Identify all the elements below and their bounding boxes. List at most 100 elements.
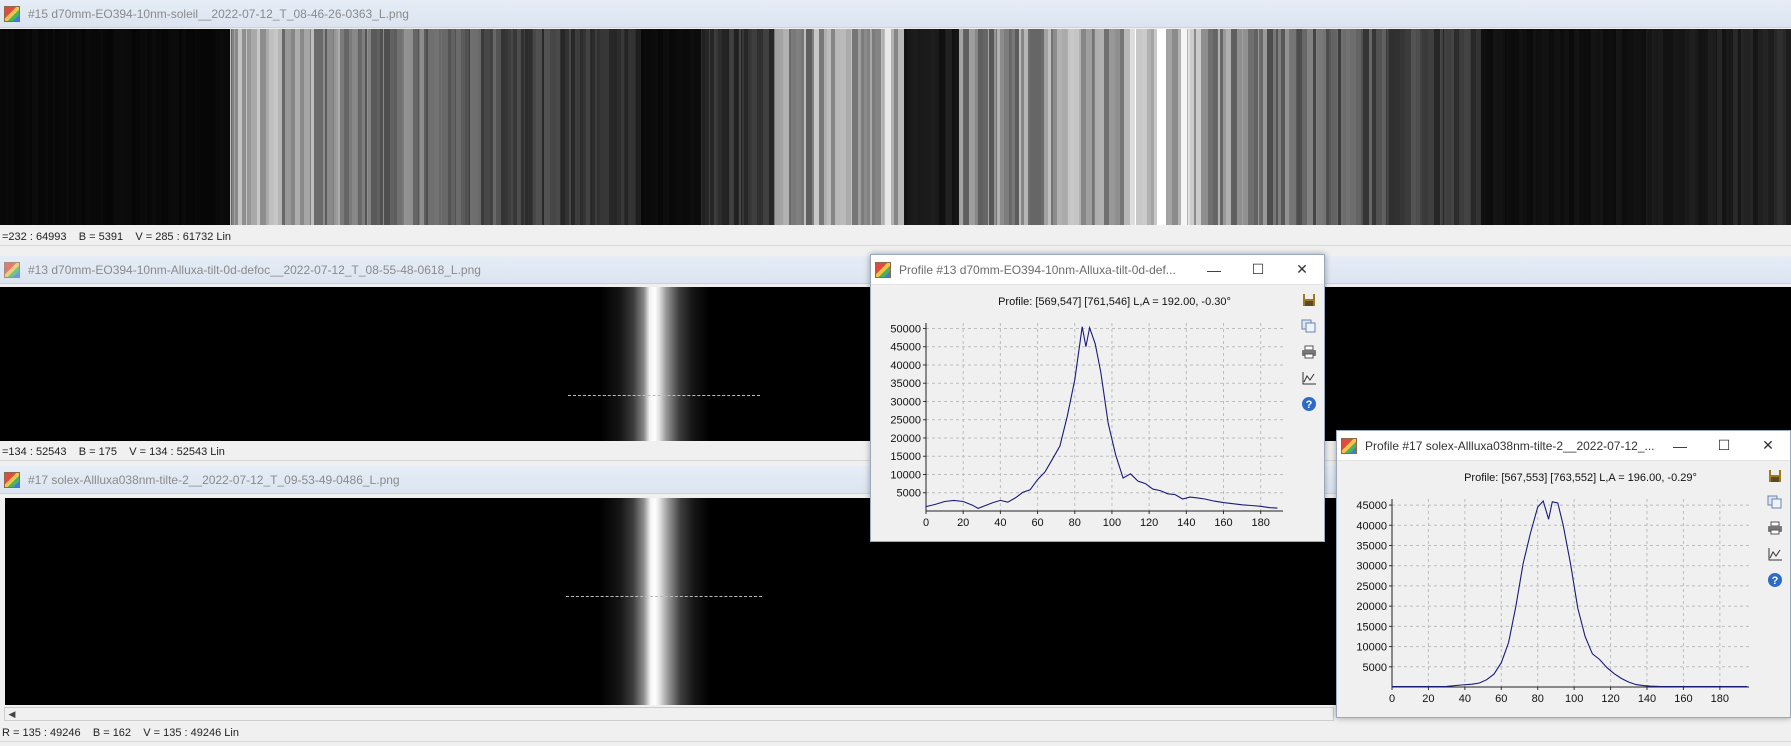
spectrum-band (769, 29, 775, 225)
close-button[interactable]: ✕ (1280, 255, 1324, 285)
maximize-button[interactable]: ☐ (1236, 255, 1280, 285)
profile-titlebar[interactable]: Profile #13 d70mm-EO394-10nm-Alluxa-tilt… (871, 255, 1324, 285)
spectrum-band (69, 29, 73, 225)
spectrum-band (1278, 29, 1282, 225)
minimize-button[interactable]: — (1192, 255, 1236, 285)
save-icon[interactable] (1766, 467, 1784, 485)
spectrum-band (571, 29, 576, 225)
spectrum-band (451, 29, 456, 225)
spectrum-band (213, 29, 217, 225)
spectrum-band (304, 29, 311, 225)
profile-header: Profile: [567,553] [763,552] L,A = 196.0… (1464, 472, 1697, 484)
minimize-button[interactable]: — (1658, 431, 1702, 461)
maximize-button[interactable]: ☐ (1702, 431, 1746, 461)
spectrum-band (1104, 29, 1110, 225)
x-tick-label: 120 (1601, 693, 1619, 705)
spectrum-band (318, 29, 324, 225)
spectrum-band (1690, 29, 1696, 225)
scroll-left-arrow[interactable]: ◀ (5, 708, 19, 720)
spectrum-band (242, 29, 247, 225)
spectrum-band (689, 29, 693, 225)
spectrum-band (852, 29, 859, 225)
spectrum-band (39, 29, 46, 225)
profile-line[interactable] (566, 596, 762, 597)
spectrum-band (1369, 29, 1373, 225)
spectrum-band (1154, 29, 1158, 225)
copy-icon[interactable] (1766, 493, 1784, 511)
spectrum-band (1356, 29, 1362, 225)
spectrum-band (1223, 29, 1227, 225)
spectrum-band (710, 29, 715, 225)
spectrum-band (946, 29, 953, 225)
spectrum-band (1285, 29, 1290, 225)
spectrum-band (493, 29, 497, 225)
horizontal-scrollbar[interactable]: ◀ (4, 707, 1334, 721)
spectrum-band (528, 29, 533, 225)
spectrum-band (655, 29, 659, 225)
spectrum-band (931, 29, 935, 225)
spectrum-band (1074, 29, 1080, 225)
profile-chart[interactable]: Profile: [569,547] [761,546] L,A = 192.0… (871, 285, 1291, 543)
print-icon[interactable] (1766, 519, 1784, 537)
spectrum-band (628, 29, 634, 225)
spectrum-band (975, 29, 979, 225)
spectrum-band (1658, 29, 1664, 225)
spectrum-band (1758, 29, 1764, 225)
chart-options-icon[interactable] (1300, 369, 1318, 387)
spectrum-band (4, 29, 8, 225)
image-window-titlebar[interactable]: #15 d70mm-EO394-10nm-soleil__2022-07-12_… (0, 0, 1791, 28)
spectrum-band (561, 29, 566, 225)
spectrum-band (269, 29, 275, 225)
spectrum-band (1053, 29, 1058, 225)
help-icon[interactable]: ? (1300, 395, 1318, 413)
print-icon[interactable] (1300, 343, 1318, 361)
spectrum-band (1213, 29, 1218, 225)
spectrum-band (72, 29, 77, 225)
spectrum-image[interactable] (0, 29, 1791, 225)
spectrum-band (359, 29, 363, 225)
spectrum-band (1543, 29, 1550, 225)
profile-line[interactable] (568, 395, 760, 396)
spectrum-band (1422, 29, 1429, 225)
copy-icon[interactable] (1300, 317, 1318, 335)
y-tick-label: 10000 (890, 469, 921, 481)
spectrum-band (959, 29, 964, 225)
spectrum-band (1157, 29, 1161, 225)
spectrum-band (1331, 29, 1338, 225)
spectrum-band (235, 29, 239, 225)
spectrum-band (1713, 29, 1717, 225)
profile-chart[interactable]: Profile: [567,553] [763,552] L,A = 196.0… (1337, 461, 1757, 719)
spectrum-band (1254, 29, 1259, 225)
spectrum-band (658, 29, 664, 225)
save-icon[interactable] (1300, 291, 1318, 309)
spectrum-band (1580, 29, 1586, 225)
y-tick-label: 30000 (1356, 561, 1387, 573)
spectrum-band (0, 29, 4, 225)
spectrum-band (470, 29, 474, 225)
x-tick-label: 60 (1495, 693, 1507, 705)
app-icon (4, 471, 20, 488)
spectrum-band (173, 29, 178, 225)
spectrum-band (565, 29, 570, 225)
spectrum-band (311, 29, 315, 225)
spectrum-band (1166, 29, 1173, 225)
spectrum-band (550, 29, 557, 225)
profile-titlebar[interactable]: Profile #17 solex-Allluxa038nm-tilte-2__… (1337, 431, 1790, 461)
spectrum-band (663, 29, 670, 225)
close-button[interactable]: ✕ (1746, 431, 1790, 461)
spectrum-band (1574, 29, 1580, 225)
spectrum-band (705, 29, 710, 225)
spectrum-band (1669, 29, 1674, 225)
spectrum-band (600, 29, 607, 225)
spectrum-band (465, 29, 470, 225)
chart-options-icon[interactable] (1766, 545, 1784, 563)
spectrum-band (597, 29, 601, 225)
spectrum-band (1041, 29, 1045, 225)
spectrum-band (473, 29, 479, 225)
spectrum-band (1142, 29, 1148, 225)
spectrum-band (525, 29, 529, 225)
spectrum-band (1506, 29, 1512, 225)
help-icon[interactable]: ? (1766, 571, 1784, 589)
spectrum-band (1591, 29, 1598, 225)
y-tick-label: 15000 (1356, 621, 1387, 633)
